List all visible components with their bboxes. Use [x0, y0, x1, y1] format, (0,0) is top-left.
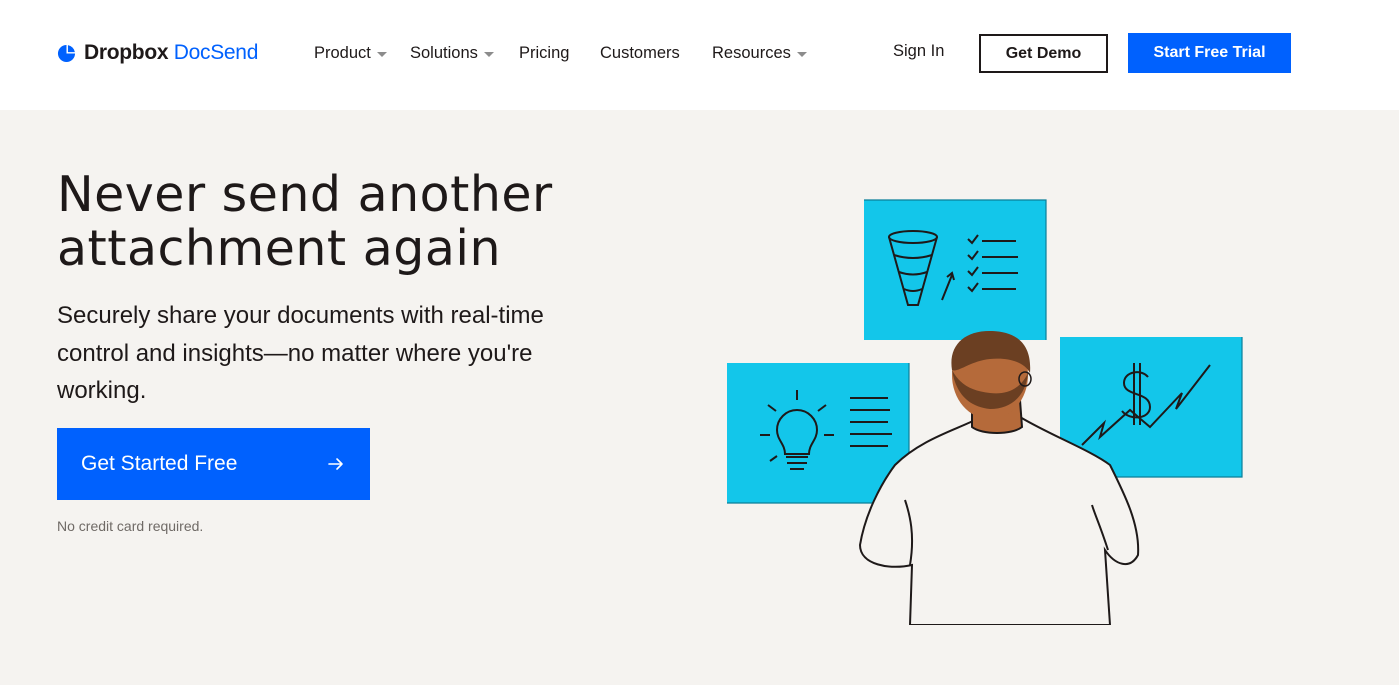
- nav-item-label: Resources: [712, 43, 791, 62]
- no-credit-card-note: No credit card required.: [57, 518, 204, 534]
- logo-word-dropbox: Dropbox: [84, 41, 169, 64]
- docsend-logo-icon: [57, 44, 76, 62]
- hero-illustration: [727, 199, 1243, 625]
- get-demo-button[interactable]: Get Demo: [979, 34, 1108, 73]
- caret-down-icon: [376, 51, 387, 57]
- caret-down-icon: [796, 51, 807, 57]
- dropbox-docsend-logo[interactable]: Dropbox DocSend: [57, 41, 258, 65]
- logo-text: Dropbox DocSend: [84, 41, 258, 65]
- caret-down-icon: [483, 51, 494, 57]
- top-navigation-bar: Dropbox DocSend Product Solutions Pricin…: [0, 0, 1399, 110]
- hero-title: Never send another attachment again: [57, 168, 697, 276]
- nav-item-pricing[interactable]: Pricing: [519, 42, 569, 64]
- get-started-free-button[interactable]: Get Started Free: [57, 428, 370, 500]
- nav-item-label: Customers: [600, 43, 680, 62]
- start-free-trial-button[interactable]: Start Free Trial: [1128, 33, 1291, 73]
- nav-item-solutions[interactable]: Solutions: [410, 42, 494, 64]
- nav-item-label: Solutions: [410, 43, 478, 62]
- nav-item-resources[interactable]: Resources: [712, 42, 807, 64]
- arrow-right-icon: [328, 458, 343, 470]
- hero-subtitle: Securely share your documents with real-…: [57, 302, 544, 404]
- nav-item-customers[interactable]: Customers: [600, 42, 680, 64]
- nav-item-label: Pricing: [519, 43, 570, 62]
- cta-label: Get Started Free: [81, 452, 238, 475]
- hero-title-line-1: Never send another: [57, 166, 553, 223]
- logo-word-docsend: DocSend: [173, 41, 259, 64]
- hero-title-line-2: attachment again: [57, 220, 502, 277]
- nav-item-product[interactable]: Product: [314, 42, 387, 64]
- sign-in-link[interactable]: Sign In: [893, 42, 944, 61]
- nav-item-label: Product: [314, 43, 371, 62]
- funnel-panel: [864, 199, 1047, 340]
- lightbulb-panel: [727, 363, 910, 504]
